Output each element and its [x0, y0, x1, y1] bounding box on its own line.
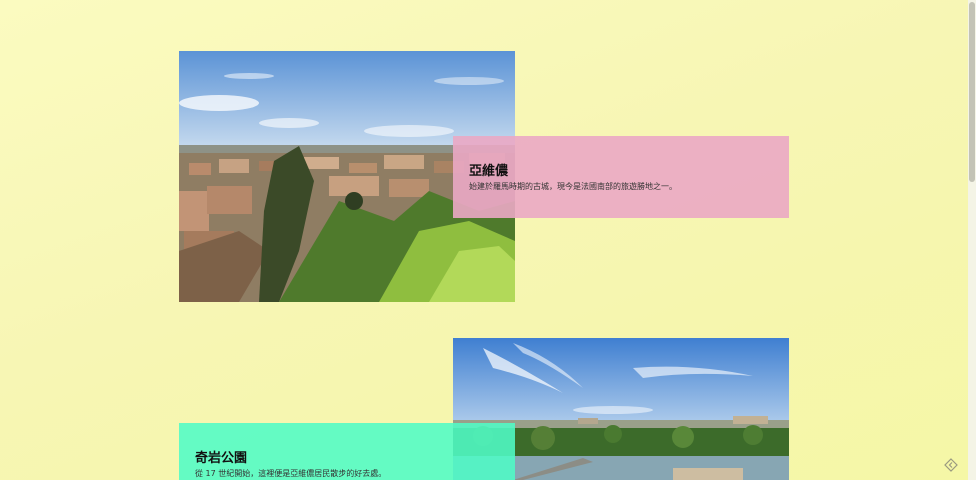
section-description: 從 17 世紀開始，這裡便是亞維儂居民散步的好去處。: [195, 469, 387, 478]
vertical-scrollbar[interactable]: [968, 0, 976, 480]
section-card-park: 奇岩公園 從 17 世紀開始，這裡便是亞維儂居民散步的好去處。: [179, 423, 515, 480]
section-card-avignon: 亞維儂 始建於羅馬時期的古城，現今是法國南部的旅遊勝地之一。: [453, 136, 789, 218]
section-title: 亞維儂: [469, 164, 509, 179]
section-description: 始建於羅馬時期的古城，現今是法國南部的旅遊勝地之一。: [469, 182, 677, 191]
scrollbar-thumb[interactable]: [969, 2, 975, 182]
diamond-nav-icon[interactable]: [944, 458, 958, 472]
section-title: 奇岩公園: [195, 451, 248, 466]
